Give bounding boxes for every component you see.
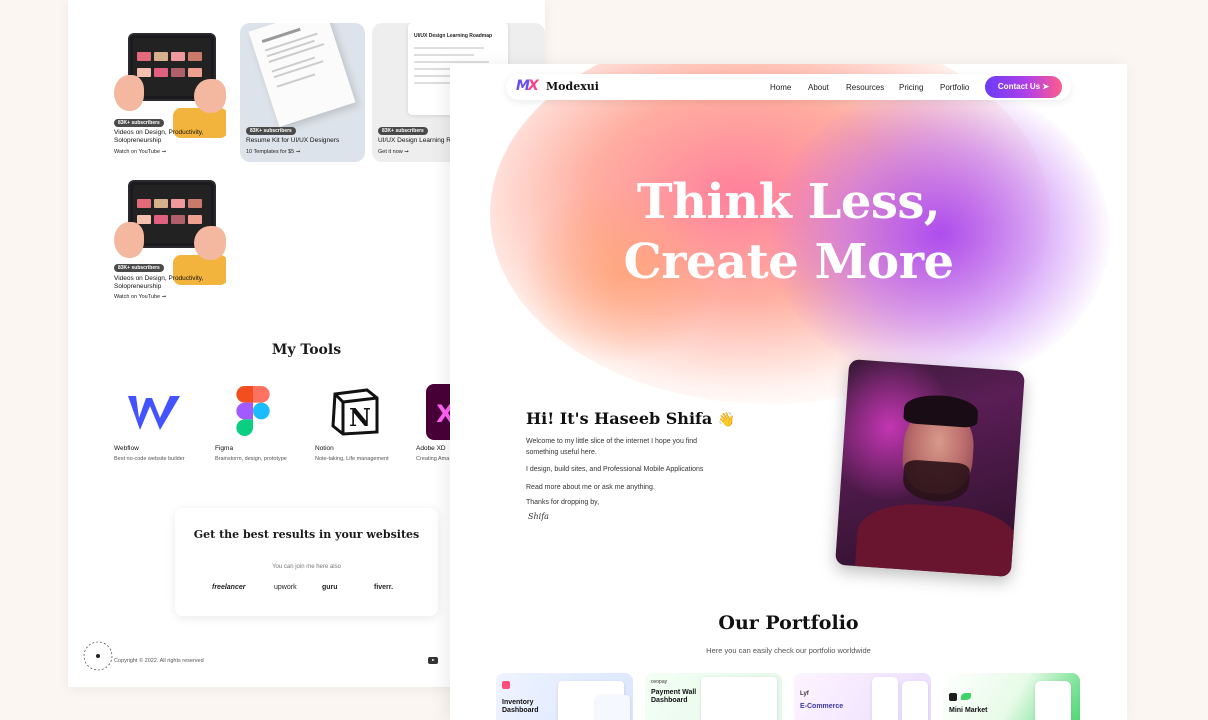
hero-line-1: Think Less, [636, 174, 941, 230]
svg-text:N: N [349, 403, 371, 432]
tool-description: Best no-code website builder [114, 456, 185, 462]
contact-us-label: Contact Us [997, 82, 1041, 91]
nav-resources[interactable]: Resources [846, 83, 884, 92]
hand-illustration [114, 222, 144, 258]
circular-text-badge [83, 641, 113, 671]
brand-name[interactable]: Modexui [546, 80, 599, 93]
intro-heading: Hi! It's Haseeb Shifa 👋 [526, 409, 736, 428]
navbar: MX Modexui Home About Resources Pricing … [506, 74, 1071, 100]
tool-name: Notion [315, 445, 334, 452]
tool-name: Figma [215, 445, 234, 452]
subscribers-badge: 83K+ subscribers [114, 264, 164, 272]
freelancer-logo[interactable]: freelancer [212, 584, 245, 591]
portfolio-card-mini-market[interactable]: Mini Market [943, 673, 1080, 720]
card-title: Videos on Design, Productivity, Solopren… [114, 275, 204, 290]
copyright-text: Copyright © 2022. All rights reserved [114, 658, 204, 664]
nav-home[interactable]: Home [770, 83, 791, 92]
results-heading: Get the best results in your websites [193, 528, 420, 541]
youtube-card[interactable]: 83K+ subscribers Videos on Design, Produ… [108, 170, 226, 309]
arrow-right-icon: ➞ [295, 149, 301, 155]
intro-paragraph: Welcome to my little slice of the intern… [526, 438, 698, 456]
arrow-right-icon: ➞ [161, 294, 167, 300]
hero-line-2: Create More [623, 234, 954, 290]
watch-link[interactable]: Watch on YouTube ➞ [114, 294, 166, 300]
portfolio-subtitle: Here you can easily check our portfolio … [706, 646, 871, 655]
watch-link[interactable]: Watch on YouTube ➞ [114, 149, 166, 155]
portfolio-heading: Our Portfolio [718, 612, 859, 634]
subscribers-badge: 83K+ subscribers [246, 127, 296, 135]
webflow-icon [128, 396, 180, 430]
portfolio-card-label: E-Commerce [800, 703, 844, 710]
arrow-right-icon: ➞ [161, 149, 167, 155]
send-icon: ➤ [1042, 82, 1050, 91]
templates-link[interactable]: 10 Templates for $5 ➞ [246, 149, 300, 155]
intro-paragraph: Thanks for dropping by, [526, 499, 600, 506]
subscribers-badge: 83K+ subscribers [114, 119, 164, 127]
results-subtitle: You can join me here also [272, 564, 341, 570]
tool-description: Note-taking, Life management [315, 456, 389, 462]
notion-icon: N [331, 388, 379, 436]
hand-illustration [194, 226, 226, 260]
tool-name: Adobe XD [416, 445, 446, 452]
get-it-link[interactable]: Get it now ➞ [378, 149, 409, 155]
brand-logo-icon[interactable]: MX [516, 78, 539, 94]
app-badge-icon [949, 693, 957, 701]
portfolio-card-brand: ovopay [651, 679, 668, 685]
leaf-icon [961, 693, 971, 700]
card-title: Resume Kit for UI/UX Designers [246, 137, 340, 144]
card-title: Videos on Design, Productivity, Solopren… [114, 129, 204, 144]
hand-illustration [194, 79, 226, 113]
fiverr-logo[interactable]: fiverr. [374, 584, 393, 591]
portfolio-card-inventory[interactable]: Inventory Dashboard [496, 673, 633, 720]
app-badge-icon [502, 681, 510, 689]
portfolio-card-label: Payment Wall Dashboard [651, 689, 697, 704]
guru-logo[interactable]: guru [322, 584, 338, 591]
profile-photo [835, 359, 1025, 577]
intro-paragraph: I design, build sites, and Professional … [526, 466, 704, 473]
youtube-icon[interactable] [428, 657, 438, 664]
youtube-card[interactable]: 83K+ subscribers Videos on Design, Produ… [108, 23, 226, 162]
front-page-preview: MX Modexui Home About Resources Pricing … [450, 64, 1127, 720]
subscribers-badge: 83K+ subscribers [378, 127, 428, 135]
hand-illustration [114, 75, 144, 111]
results-panel: Get the best results in your websites Yo… [175, 508, 438, 616]
signature: Shifa [528, 512, 549, 521]
portfolio-card-payment[interactable]: ovopay Payment Wall Dashboard [645, 673, 782, 720]
nav-pricing[interactable]: Pricing [899, 83, 923, 92]
nav-portfolio[interactable]: Portfolio [940, 83, 969, 92]
arrow-right-icon: ➞ [404, 149, 409, 155]
portfolio-card-label: Mini Market [949, 707, 988, 714]
portfolio-card-brand: Lyf [800, 691, 809, 697]
nav-about[interactable]: About [808, 83, 829, 92]
upwork-logo[interactable]: upwork [274, 584, 297, 591]
figma-icon [236, 386, 270, 436]
portfolio-card-ecommerce[interactable]: Lyf E-Commerce [794, 673, 931, 720]
intro-paragraph: Read more about me or ask me anything. [526, 484, 655, 491]
roadmap-doc-heading: UI/UX Design Learning Roadmap [414, 33, 493, 39]
waving-hand-icon: 👋 [717, 412, 736, 428]
resume-paper-illustration [248, 23, 356, 127]
tool-description: Creating Ama [416, 456, 450, 462]
contact-us-button[interactable]: Contact Us ➤ [985, 76, 1062, 98]
tool-name: Webflow [114, 445, 139, 452]
resume-kit-card[interactable]: 83K+ subscribers Resume Kit for UI/UX De… [240, 23, 365, 162]
hero-heading: Think Less, Create More [450, 172, 1127, 292]
tool-description: Brainstorm, design, prototype [215, 456, 287, 462]
portfolio-card-label: Inventory Dashboard [502, 699, 539, 714]
